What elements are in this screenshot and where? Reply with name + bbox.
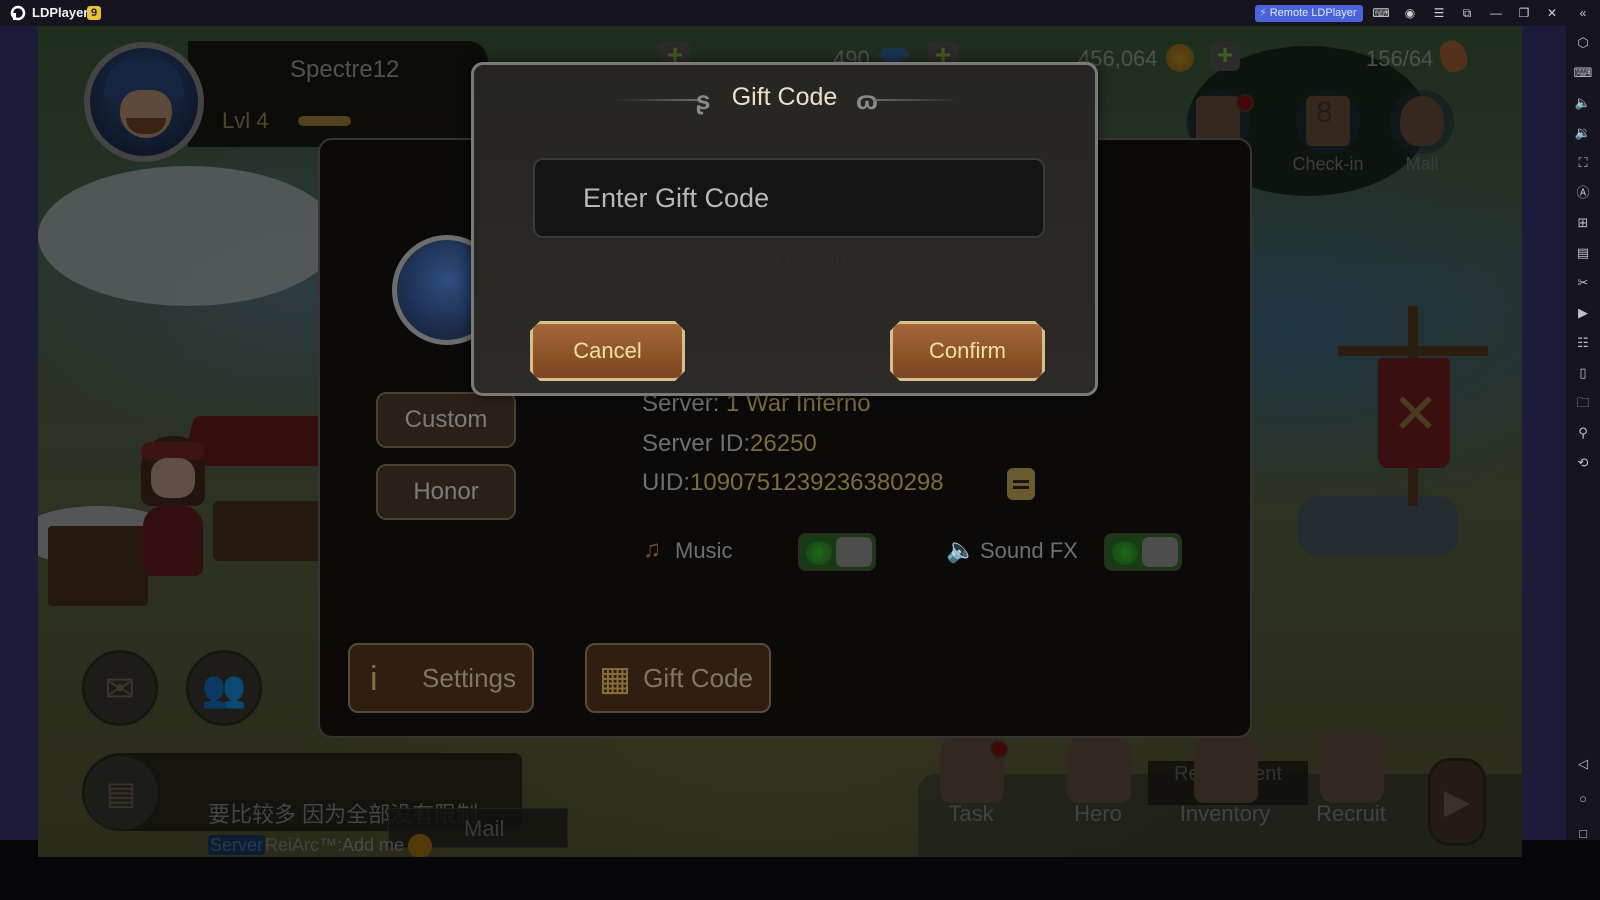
back-icon[interactable]: ◁: [1573, 754, 1593, 774]
operation-record-icon[interactable]: ☷: [1573, 333, 1593, 353]
uid-info: UID:1090751239236380298: [642, 469, 944, 497]
location-icon[interactable]: ⚲: [1573, 423, 1593, 443]
music-label: Music: [675, 538, 733, 563]
speaker-icon: 🔈: [946, 537, 976, 564]
screenshot-scissors-icon[interactable]: ✂: [1573, 273, 1593, 293]
confirm-button[interactable]: Confirm: [890, 321, 1045, 381]
window-mode-icon[interactable]: ⧉: [1458, 4, 1476, 22]
menu-icon[interactable]: ☰: [1430, 4, 1448, 22]
add-window-icon[interactable]: ⊞: [1573, 213, 1593, 233]
remote-ldplayer-button[interactable]: ⚡ Remote LDPlayer: [1255, 5, 1363, 22]
emulator-titlebar: LDPlayer 9 ⚡ Remote LDPlayer ⌨ ◉ ☰ ⧉ — ❐ …: [0, 0, 1600, 26]
folder-icon[interactable]: 🗀: [1573, 393, 1593, 413]
fullscreen-icon[interactable]: ⛶: [1573, 153, 1593, 173]
auto-rotate-icon[interactable]: Ⓐ: [1573, 183, 1593, 203]
title-divider-right: [874, 99, 959, 101]
music-note-icon: ♫: [643, 536, 661, 563]
server-id-value: 26250: [750, 430, 817, 457]
app-title: LDPlayer: [32, 5, 89, 20]
server-id-info: Server ID:26250: [642, 430, 817, 458]
volume-up-icon[interactable]: 🔈: [1573, 93, 1593, 113]
custom-button[interactable]: Custom: [376, 392, 516, 448]
sound-fx-toggle[interactable]: [1104, 533, 1182, 571]
gamepad-icon[interactable]: ⌨: [1372, 4, 1390, 22]
dialog-title: Gift Code: [731, 83, 838, 111]
gift-code-button[interactable]: ▦ Gift Code: [585, 643, 771, 713]
server-id-label: Server ID:: [642, 430, 751, 457]
emulator-left-frame: [0, 26, 38, 840]
record-icon[interactable]: ▶: [1573, 303, 1593, 323]
info-icon: i: [370, 660, 378, 698]
copy-uid-icon[interactable]: [1007, 468, 1035, 500]
shake-icon[interactable]: ▯: [1573, 363, 1593, 383]
emulator-right-frame: [1522, 26, 1566, 840]
honor-button[interactable]: Honor: [376, 464, 516, 520]
uid-value: 1090751239236380298: [690, 469, 944, 496]
close-icon[interactable]: ✕: [1543, 4, 1561, 22]
gift-code-input[interactable]: [533, 158, 1045, 238]
gift-scroll-icon: ▦: [599, 660, 632, 698]
ldplayer-logo-icon: [10, 5, 26, 21]
account-icon[interactable]: ◉: [1401, 4, 1419, 22]
settings-hex-icon[interactable]: ⬡: [1573, 33, 1593, 53]
minimize-icon[interactable]: —: [1487, 4, 1505, 22]
gift-code-button-label: Gift Code: [643, 663, 753, 693]
cancel-button[interactable]: Cancel: [530, 321, 685, 381]
underlay-ghost-text: Operate: [774, 247, 854, 272]
uid-label: UID:: [642, 469, 690, 496]
settings-button[interactable]: i Settings: [348, 643, 534, 713]
volume-down-icon[interactable]: 🔉: [1573, 123, 1593, 143]
bolt-icon: ⚡: [1259, 7, 1267, 19]
settings-button-label: Settings: [422, 663, 516, 693]
restore-icon[interactable]: ❐: [1515, 4, 1533, 22]
apk-install-icon[interactable]: ▤: [1573, 243, 1593, 263]
version-badge: 9: [87, 6, 101, 20]
sound-fx-label: Sound FX: [980, 538, 1078, 563]
keyboard-icon[interactable]: ⌨: [1573, 63, 1593, 83]
screen-bottom-bezel: [0, 857, 1600, 900]
home-icon[interactable]: ○: [1573, 789, 1593, 809]
gift-code-dialog: ʂ Gift Code ɷ Operate Cancel Confirm: [471, 62, 1098, 396]
emulator-sidebar: ⬡ ⌨ 🔈 🔉 ⛶ Ⓐ ⊞ ▤ ✂ ▶ ☷ ▯ 🗀 ⚲ ⟲ ◁ ○ □: [1566, 26, 1600, 841]
remote-ldplayer-label: Remote LDPlayer: [1269, 7, 1357, 19]
rotate-device-icon[interactable]: ⟲: [1573, 453, 1593, 473]
recents-icon[interactable]: □: [1573, 824, 1593, 844]
music-toggle[interactable]: [798, 533, 876, 571]
collapse-sidebar-icon[interactable]: «: [1574, 4, 1592, 22]
